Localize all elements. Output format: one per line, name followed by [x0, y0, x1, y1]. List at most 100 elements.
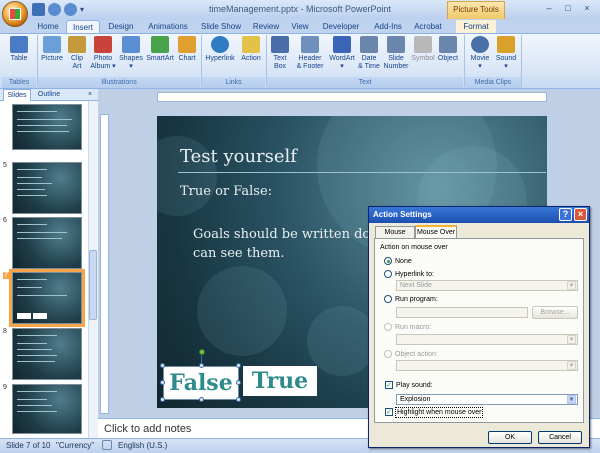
- scrollbar-thumb[interactable]: [89, 250, 97, 320]
- object-action-select[interactable]: [396, 360, 578, 371]
- close-button[interactable]: ×: [578, 2, 596, 16]
- group-separator: [521, 35, 522, 87]
- thumbnail-number: 6: [3, 217, 7, 224]
- ok-button[interactable]: OK: [488, 431, 532, 444]
- hyperlink-label[interactable]: Hyperlink to:: [395, 270, 434, 279]
- tab-acrobat[interactable]: Acrobat: [412, 20, 444, 34]
- group-label-illustrations: Illustrations: [38, 77, 200, 88]
- photo-album-button[interactable]: Photo Album ▾: [89, 36, 117, 71]
- object-action-radio[interactable]: [384, 350, 392, 358]
- clip-art-button[interactable]: Clip Art: [66, 36, 88, 71]
- tab-slide-show[interactable]: Slide Show: [197, 20, 245, 34]
- tab-developer[interactable]: Developer: [318, 20, 364, 34]
- highlight-checkbox[interactable]: ✓: [385, 408, 393, 416]
- hyperlink-button[interactable]: Hyperlink: [203, 36, 237, 63]
- run-program-label[interactable]: Run program:: [395, 295, 438, 304]
- resize-handle[interactable]: [236, 380, 241, 385]
- symbol-button[interactable]: Symbol: [411, 36, 435, 63]
- resize-handle[interactable]: [236, 397, 241, 402]
- slide-subtitle[interactable]: True or False:: [180, 184, 272, 199]
- wordart-button[interactable]: WordArt ▾: [328, 36, 356, 71]
- horizontal-ruler: [157, 92, 547, 102]
- highlight-label[interactable]: Highlight when mouse over: [395, 407, 484, 418]
- slide-thumbnail[interactable]: [12, 104, 82, 150]
- play-sound-label[interactable]: Play sound:: [396, 381, 433, 390]
- slide-thumbnail[interactable]: [12, 162, 82, 214]
- tab-slides[interactable]: Slides: [3, 89, 31, 101]
- close-icon[interactable]: ×: [85, 89, 95, 101]
- object-button[interactable]: Object: [436, 36, 460, 63]
- picture-button[interactable]: Picture: [39, 36, 65, 63]
- resize-handle[interactable]: [160, 363, 165, 368]
- tab-format[interactable]: Format: [456, 20, 496, 34]
- table-button[interactable]: Table: [6, 36, 32, 63]
- dialog-close-button[interactable]: ×: [574, 208, 587, 221]
- tab-add-ins[interactable]: Add-Ins: [368, 20, 408, 34]
- run-program-field[interactable]: [396, 307, 528, 318]
- header-footer-button[interactable]: Header & Footer: [293, 36, 327, 71]
- slide-title[interactable]: Test yourself: [180, 146, 297, 167]
- smartart-button[interactable]: SmartArt: [145, 36, 175, 63]
- browse-button[interactable]: Browse...: [532, 306, 578, 319]
- slide-thumbnail[interactable]: [12, 328, 82, 380]
- office-button[interactable]: [2, 1, 28, 27]
- slide-body-line[interactable]: Goals should be written down: [193, 227, 373, 242]
- resize-handle[interactable]: [199, 397, 204, 402]
- run-macro-radio[interactable]: [384, 323, 392, 331]
- slide-thumbnail-selected[interactable]: [9, 269, 85, 327]
- smartart-icon: [151, 36, 169, 53]
- none-label[interactable]: None: [395, 257, 412, 266]
- slide-thumbnail[interactable]: [12, 217, 82, 269]
- movie-button[interactable]: Movie ▾: [467, 36, 493, 71]
- none-radio[interactable]: [384, 257, 392, 265]
- hyperlink-select[interactable]: Next Slide: [396, 280, 578, 291]
- minimize-button[interactable]: –: [540, 2, 558, 16]
- tab-insert[interactable]: Insert: [66, 20, 100, 34]
- chevron-down-icon[interactable]: ▼: [567, 335, 576, 344]
- hyperlink-radio[interactable]: [384, 270, 392, 278]
- action-button[interactable]: Action: [238, 36, 264, 63]
- tab-home[interactable]: Home: [33, 20, 63, 34]
- spell-check-icon[interactable]: [102, 440, 112, 450]
- resize-handle[interactable]: [160, 380, 165, 385]
- header-footer-icon: [301, 36, 319, 53]
- cancel-button[interactable]: Cancel: [538, 431, 582, 444]
- help-button[interactable]: ?: [559, 208, 572, 221]
- text-box-button[interactable]: Text Box: [268, 36, 292, 71]
- true-picture-button[interactable]: True: [243, 366, 317, 396]
- tab-review[interactable]: Review: [250, 20, 282, 34]
- date-time-button[interactable]: Date & Time: [357, 36, 381, 71]
- notes-placeholder[interactable]: Click to add notes: [104, 423, 191, 435]
- sound-button[interactable]: Sound ▾: [494, 36, 518, 71]
- tab-outline[interactable]: Outline: [33, 89, 65, 101]
- chevron-down-icon[interactable]: ▼: [567, 281, 576, 290]
- shapes-button[interactable]: Shapes ▾: [118, 36, 144, 71]
- slide-body-line[interactable]: can see them.: [193, 246, 284, 261]
- false-picture-button[interactable]: False: [163, 366, 239, 400]
- chevron-down-icon[interactable]: ▼: [567, 395, 576, 404]
- slide-thumbnail[interactable]: [12, 384, 82, 434]
- chevron-down-icon[interactable]: ▼: [567, 361, 576, 370]
- run-macro-select[interactable]: [396, 334, 578, 345]
- play-sound-checkbox[interactable]: ✓: [385, 381, 393, 389]
- thumbnail-number: 7: [3, 272, 9, 279]
- run-program-radio[interactable]: [384, 295, 392, 303]
- tab-design[interactable]: Design: [104, 20, 138, 34]
- group-label: Action on mouse over: [380, 244, 448, 251]
- wordart-icon: [333, 36, 351, 53]
- title-divider: [178, 172, 546, 173]
- sound-select[interactable]: Explosion: [396, 394, 578, 405]
- tab-view[interactable]: View: [287, 20, 313, 34]
- resize-handle[interactable]: [199, 363, 204, 368]
- tab-animations[interactable]: Animations: [143, 20, 193, 34]
- maximize-button[interactable]: □: [559, 2, 577, 16]
- language[interactable]: English (U.S.): [118, 440, 167, 451]
- rotation-handle[interactable]: [199, 349, 205, 355]
- resize-handle[interactable]: [236, 363, 241, 368]
- group-label-media-clips: Media Clips: [465, 77, 521, 88]
- slide-number-button[interactable]: Slide Number: [382, 36, 410, 71]
- tab-mouse-over[interactable]: Mouse Over: [415, 225, 457, 239]
- chart-button[interactable]: Chart: [176, 36, 198, 63]
- resize-handle[interactable]: [160, 397, 165, 402]
- text-box-icon: [271, 36, 289, 53]
